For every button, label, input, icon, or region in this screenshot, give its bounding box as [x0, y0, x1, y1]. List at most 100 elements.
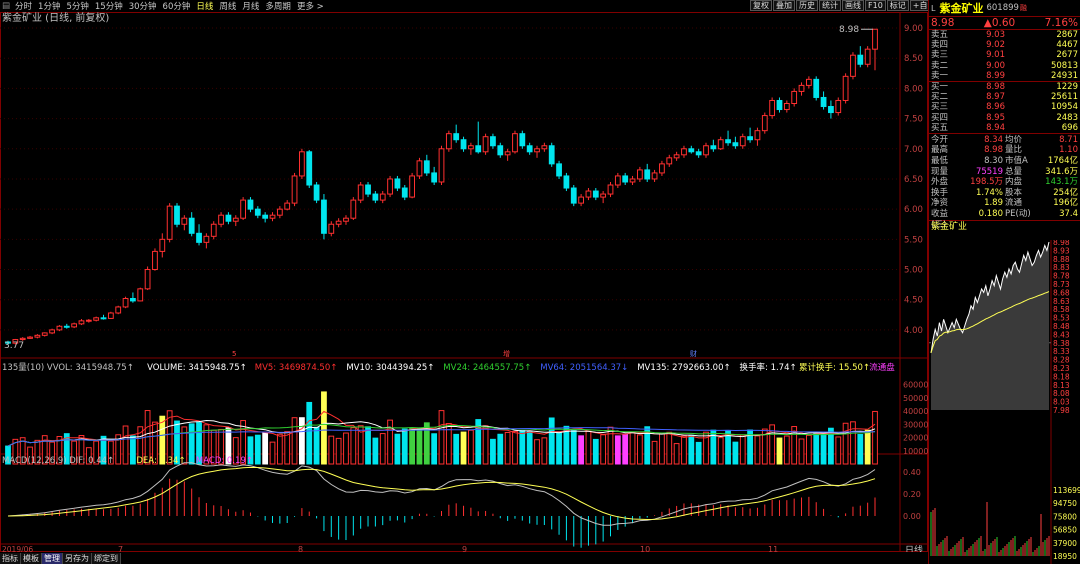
candle-body — [445, 133, 452, 150]
candle-body — [401, 187, 408, 198]
candle-body — [122, 297, 129, 308]
volume-bar — [820, 432, 827, 465]
indicator-tab[interactable]: 模板 — [21, 553, 42, 564]
candle-body — [34, 334, 41, 338]
bids-row: 买二 8.97 25611 — [929, 92, 1080, 102]
candle-body — [365, 184, 371, 195]
candle-body — [306, 151, 313, 186]
candle-body — [240, 199, 247, 219]
period-tab[interactable]: 5分钟 — [63, 0, 91, 12]
price-tick-label: 7.00 — [904, 145, 923, 155]
candle-body — [350, 199, 357, 219]
candle-body — [769, 99, 776, 117]
volume-bar — [269, 441, 276, 465]
period-tab[interactable]: 周线 — [216, 0, 239, 12]
candle-body — [262, 214, 269, 219]
candle-body — [232, 217, 239, 222]
volume-bar — [614, 435, 621, 465]
volume-bar — [850, 421, 856, 465]
event-marker[interactable]: 增 — [503, 349, 510, 358]
volume-tick-label: 60000 — [903, 381, 928, 390]
volume-bar — [872, 410, 878, 465]
toolbar-button[interactable]: 复权 — [750, 0, 772, 11]
indicator-tab[interactable]: 指标 — [0, 553, 21, 564]
stat-value: 198.5万 — [970, 177, 1003, 188]
stats-table: 今开 8.34 均价 8.71 最高 8.98 量比 1.10 最低 8.30 市值A 1764亿 现量… — [929, 134, 1080, 230]
asks-label: 卖一 — [931, 70, 949, 81]
volume-tick-label: 30000 — [903, 420, 928, 429]
asks-price: 9.02 — [986, 40, 1005, 51]
volume-bar — [681, 435, 687, 465]
period-tab[interactable]: 月线 — [239, 0, 262, 12]
candle-body — [717, 139, 724, 150]
candle-body — [695, 151, 702, 156]
candle-body — [27, 336, 33, 339]
candle-body — [78, 320, 85, 325]
price-tick-label: 7.50 — [904, 115, 923, 125]
toolbar-button[interactable]: F10 — [865, 0, 886, 11]
period-tab[interactable]: 30分钟 — [126, 0, 160, 12]
toolbar-button[interactable]: 标记 — [886, 0, 909, 11]
candle-body — [548, 145, 555, 165]
stock-header: L 紫金矿业 601899 融 — [929, 0, 1080, 17]
candle-body — [100, 317, 107, 320]
candle-body — [299, 151, 305, 177]
stat-key: 市值A — [1005, 156, 1028, 167]
period-tab[interactable]: 60分钟 — [160, 0, 194, 12]
volume-bar — [666, 431, 673, 465]
event-marker[interactable]: 5 — [232, 350, 236, 358]
bids-price: 8.96 — [986, 102, 1005, 113]
period-tab[interactable]: 1分钟 — [35, 0, 63, 12]
price-tick-label: 8.50 — [904, 54, 923, 64]
period-tab[interactable]: 日线 — [193, 0, 216, 12]
stat-row: 最低 8.30 市值A 1764亿 — [929, 156, 1080, 167]
indicator-tab[interactable]: 另存为 — [63, 553, 92, 564]
asks-price: 9.03 — [986, 30, 1005, 40]
intraday-mini-chart[interactable]: 8.988.938.888.838.788.738.688.638.588.53… — [929, 240, 1080, 564]
candle-body — [409, 175, 415, 198]
asks-row: 卖二 9.00 50813 — [929, 61, 1080, 71]
candle-body — [387, 178, 393, 195]
volume-indicator-text: 135量(10) VVOL: 3415948.75↑ — [2, 363, 134, 373]
period-tab[interactable]: 多周期 — [262, 0, 294, 12]
volume-bar — [659, 433, 665, 465]
stat-value: 196亿 — [1053, 198, 1078, 209]
volume-bar — [600, 434, 607, 465]
volume-bar — [468, 429, 474, 465]
period-tab[interactable]: 更多 > — [294, 0, 327, 12]
candle-body — [394, 178, 401, 189]
toolbar-button[interactable]: 统计 — [819, 0, 841, 11]
candle-body — [798, 84, 805, 92]
stat-key: 今开 — [931, 134, 949, 145]
stat-value: 0.180 — [978, 209, 1003, 220]
price-tick-label: 9.00 — [904, 24, 923, 34]
candle-body — [247, 199, 254, 210]
macd-indicator-text: MACD: 0.19↑ — [196, 456, 253, 466]
indicator-tab[interactable]: 管理 — [42, 553, 63, 564]
price-tick-label: 6.00 — [904, 205, 923, 215]
stat-row: 现量 75519 总量 341.6万 — [929, 167, 1080, 178]
candle-body — [644, 169, 651, 180]
indicator-tab[interactable]: 绑定到 — [92, 553, 121, 564]
candle-body — [783, 103, 790, 111]
toolbar-button[interactable]: 画线 — [842, 0, 864, 11]
stat-row: 最高 8.98 量比 1.10 — [929, 145, 1080, 156]
volume-bar — [401, 428, 408, 465]
toolbar-button[interactable]: 叠加 — [773, 0, 795, 11]
candle-body — [423, 160, 430, 174]
stat-key: 净资 — [931, 198, 949, 209]
price-tick-label: 5.00 — [904, 266, 923, 276]
kline-chart[interactable]: 紫金矿业 (日线, 前复权) 9.00 8.50 8.00 7.50 7.00 6.50 6.… — [0, 12, 928, 552]
candle-body — [453, 133, 460, 141]
volume-bar — [688, 434, 695, 465]
volume-bar — [592, 438, 599, 465]
event-marker[interactable]: 财 — [690, 349, 697, 358]
toolbar-button[interactable]: 历史 — [796, 0, 818, 11]
candle-body — [196, 232, 202, 243]
asks-volume: 2677 — [1056, 50, 1078, 61]
period-tab[interactable]: 分时 — [12, 0, 35, 12]
chart-menu-icon[interactable]: ▤ — [0, 1, 12, 11]
period-tab[interactable]: 15分钟 — [92, 0, 126, 12]
stat-key: 量比 — [1005, 145, 1023, 156]
candle-body — [335, 220, 342, 225]
